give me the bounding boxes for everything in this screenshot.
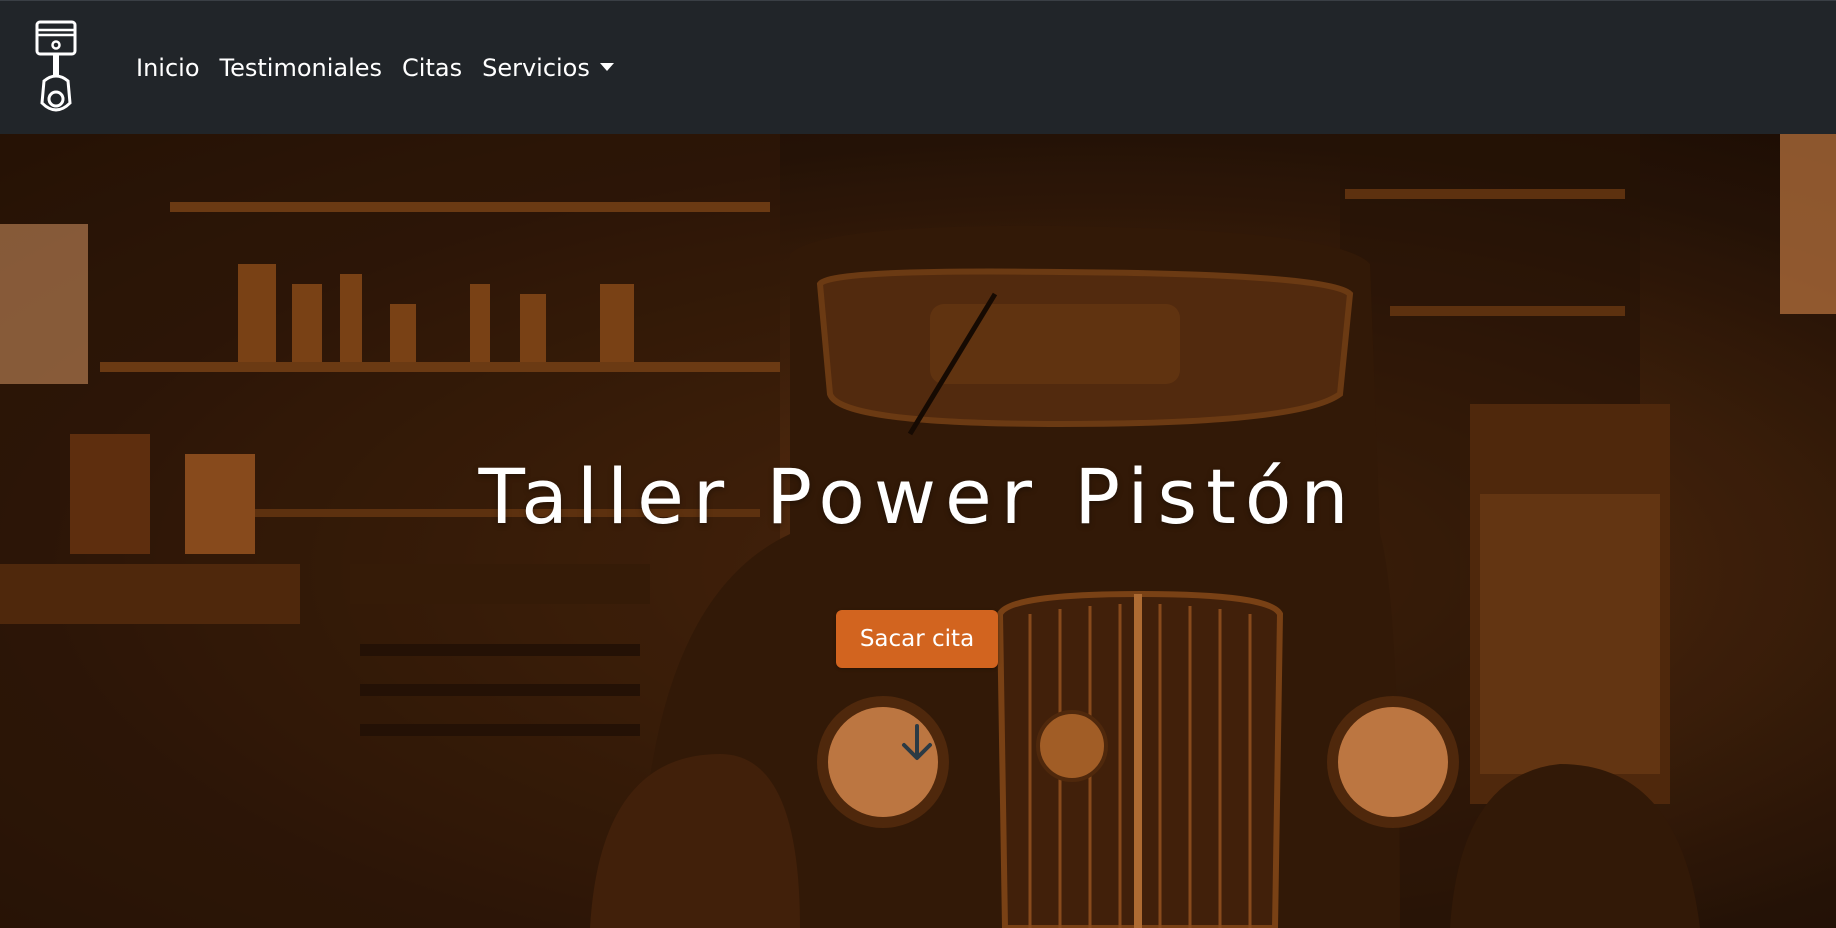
hero-title: Taller Power Pistón: [478, 452, 1358, 541]
caret-down-icon: [599, 63, 614, 71]
nav-link-inicio[interactable]: Inicio: [136, 54, 200, 82]
book-appointment-button[interactable]: Sacar cita: [836, 610, 998, 668]
brand-logo[interactable]: [34, 19, 80, 117]
hero-section: Taller Power Pistón Sacar cita: [0, 134, 1836, 928]
arrow-down-icon: [902, 724, 932, 760]
navbar: Inicio Testimoniales Citas Servicios: [0, 0, 1836, 134]
nav-dropdown-servicios[interactable]: Servicios: [482, 54, 614, 82]
piston-icon: [35, 20, 77, 112]
scroll-down-button[interactable]: [899, 723, 935, 763]
nav-links: Inicio Testimoniales Citas Servicios: [136, 1, 634, 135]
nav-dropdown-servicios-label: Servicios: [482, 54, 590, 82]
nav-link-testimoniales[interactable]: Testimoniales: [220, 54, 383, 82]
nav-link-citas[interactable]: Citas: [402, 54, 462, 82]
